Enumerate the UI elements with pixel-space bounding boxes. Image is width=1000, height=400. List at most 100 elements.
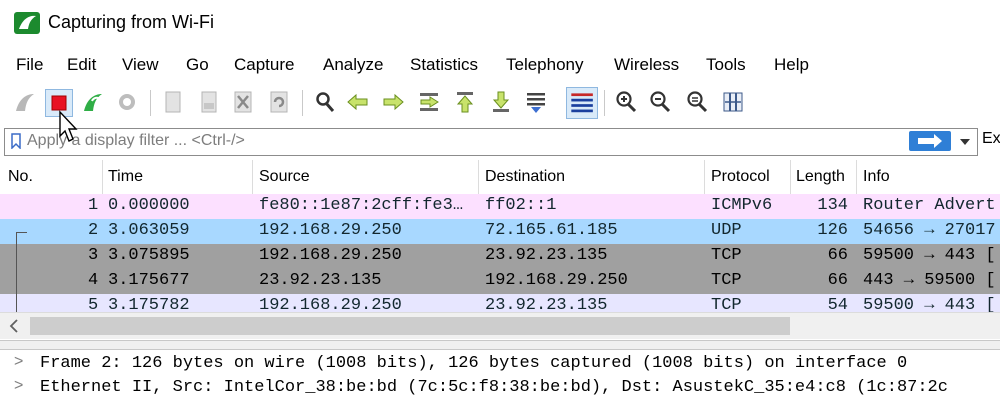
cell-source: 23.92.23.135 — [259, 271, 382, 290]
menu-help[interactable]: Help — [774, 55, 809, 75]
column-header-length[interactable]: Length — [796, 168, 845, 186]
mouse-cursor-icon — [58, 110, 78, 144]
normal-size-icon[interactable] — [684, 89, 710, 115]
menu-tools[interactable]: Tools — [706, 55, 746, 75]
filter-history-chevron-down-icon[interactable] — [957, 132, 973, 150]
last-packet-icon[interactable] — [488, 89, 514, 115]
packet-list-horizontal-scrollbar[interactable] — [0, 312, 1000, 339]
detail-tree-row-frame[interactable]: > Frame 2: 126 bytes on wire (1008 bits)… — [0, 352, 1000, 376]
menu-edit[interactable]: Edit — [67, 55, 96, 75]
column-header-time[interactable]: Time — [108, 168, 143, 186]
go-back-icon[interactable] — [345, 89, 371, 115]
cell-protocol: TCP — [711, 246, 742, 265]
main-toolbar — [0, 84, 1000, 122]
cell-length: 54 — [827, 296, 848, 312]
zoom-out-icon[interactable] — [647, 89, 673, 115]
cell-no: 1 — [88, 196, 99, 215]
find-packet-icon[interactable] — [312, 89, 338, 115]
expand-chevron-right-icon[interactable]: > — [14, 353, 23, 371]
cell-source: 192.168.29.250 — [259, 296, 402, 312]
zoom-in-icon[interactable] — [613, 89, 639, 115]
cell-protocol: TCP — [711, 296, 742, 312]
cell-length: 126 — [817, 221, 848, 240]
save-file-icon[interactable] — [196, 89, 222, 115]
cell-info: 443 → 59500 [ — [863, 271, 996, 290]
display-filter-input[interactable] — [27, 131, 887, 151]
open-file-icon[interactable] — [160, 89, 186, 115]
cell-source: 192.168.29.250 — [259, 246, 402, 265]
menu-wireless[interactable]: Wireless — [614, 55, 679, 75]
go-forward-icon[interactable] — [380, 89, 406, 115]
pane-splitter[interactable] — [0, 340, 1000, 350]
close-file-icon[interactable] — [230, 89, 256, 115]
cell-length: 66 — [827, 271, 848, 290]
packet-row-selected[interactable]: 2 3.063059 192.168.29.250 72.165.61.185 … — [0, 219, 1000, 244]
expand-chevron-right-icon[interactable]: > — [14, 377, 23, 395]
column-divider[interactable] — [704, 160, 705, 194]
apply-filter-arrow-icon[interactable] — [909, 131, 951, 151]
cell-destination: ff02::1 — [485, 196, 557, 215]
cell-source: fe80::1e87:2cff:fe3… — [259, 196, 464, 215]
resize-columns-icon[interactable] — [720, 89, 746, 115]
column-divider[interactable] — [856, 160, 857, 194]
cell-protocol: UDP — [711, 221, 742, 240]
menu-analyze[interactable]: Analyze — [323, 55, 383, 75]
cell-length: 66 — [827, 246, 848, 265]
column-divider[interactable] — [102, 160, 103, 194]
cell-length: 134 — [817, 196, 848, 215]
cell-info: Router Advert — [863, 196, 996, 215]
cell-destination: 23.92.23.135 — [485, 246, 608, 265]
menu-telephony[interactable]: Telephony — [506, 55, 584, 75]
column-header-info[interactable]: Info — [863, 168, 890, 186]
cell-protocol: TCP — [711, 271, 742, 290]
cell-time: 0.000000 — [108, 196, 190, 215]
cell-no: 3 — [88, 246, 99, 265]
menu-file[interactable]: File — [16, 55, 43, 75]
cell-time: 3.175782 — [108, 296, 190, 312]
go-to-packet-icon[interactable] — [416, 89, 442, 115]
cell-destination: 23.92.23.135 — [485, 296, 608, 312]
first-packet-icon[interactable] — [452, 89, 478, 115]
bookmark-icon[interactable] — [11, 133, 21, 150]
packet-row[interactable]: 4 3.175677 23.92.23.135 192.168.29.250 T… — [0, 269, 1000, 294]
packet-row[interactable]: 5 3.175782 192.168.29.250 23.92.23.135 T… — [0, 294, 1000, 312]
cell-no: 5 — [88, 296, 99, 312]
related-packet-bracket — [16, 232, 27, 313]
column-header-destination[interactable]: Destination — [485, 168, 565, 186]
expression-button[interactable]: Ex — [982, 130, 1000, 148]
column-header-no[interactable]: No. — [8, 168, 33, 186]
scrollbar-thumb[interactable] — [30, 317, 790, 335]
toolbar-separator — [150, 90, 151, 116]
menu-go[interactable]: Go — [186, 55, 209, 75]
column-divider[interactable] — [790, 160, 791, 194]
menu-bar: File Edit View Go Capture Analyze Statis… — [0, 50, 1000, 82]
cell-protocol: ICMPv6 — [711, 196, 773, 215]
shark-fin-start-icon[interactable] — [12, 89, 38, 115]
autoscroll-icon[interactable] — [523, 89, 549, 115]
packet-row[interactable]: 3 3.075895 192.168.29.250 23.92.23.135 T… — [0, 244, 1000, 269]
detail-tree-row-ethernet[interactable]: > Ethernet II, Src: IntelCor_38:be:bd (7… — [0, 376, 1000, 400]
column-header-protocol[interactable]: Protocol — [711, 168, 770, 186]
cell-no: 4 — [88, 271, 99, 290]
wireshark-fin-icon — [14, 12, 40, 34]
title-bar: Capturing from Wi-Fi — [0, 0, 1000, 46]
cell-destination: 192.168.29.250 — [485, 271, 628, 290]
menu-view[interactable]: View — [122, 55, 159, 75]
restart-capture-icon[interactable] — [80, 89, 106, 115]
cell-destination: 72.165.61.185 — [485, 221, 618, 240]
cell-time: 3.075895 — [108, 246, 190, 265]
column-header-source[interactable]: Source — [259, 168, 310, 186]
toolbar-separator — [302, 90, 303, 116]
cell-info: 59500 → 443 [ — [863, 296, 996, 312]
capture-options-icon[interactable] — [114, 89, 140, 115]
cell-time: 3.175677 — [108, 271, 190, 290]
scroll-left-chevron-icon[interactable] — [6, 317, 22, 335]
menu-statistics[interactable]: Statistics — [410, 55, 478, 75]
reload-icon[interactable] — [266, 89, 292, 115]
cell-no: 2 — [88, 221, 99, 240]
menu-capture[interactable]: Capture — [234, 55, 294, 75]
colorize-icon[interactable] — [566, 87, 598, 119]
packet-row[interactable]: 1 0.000000 fe80::1e87:2cff:fe3… ff02::1 … — [0, 194, 1000, 219]
column-divider[interactable] — [252, 160, 253, 194]
column-divider[interactable] — [478, 160, 479, 194]
